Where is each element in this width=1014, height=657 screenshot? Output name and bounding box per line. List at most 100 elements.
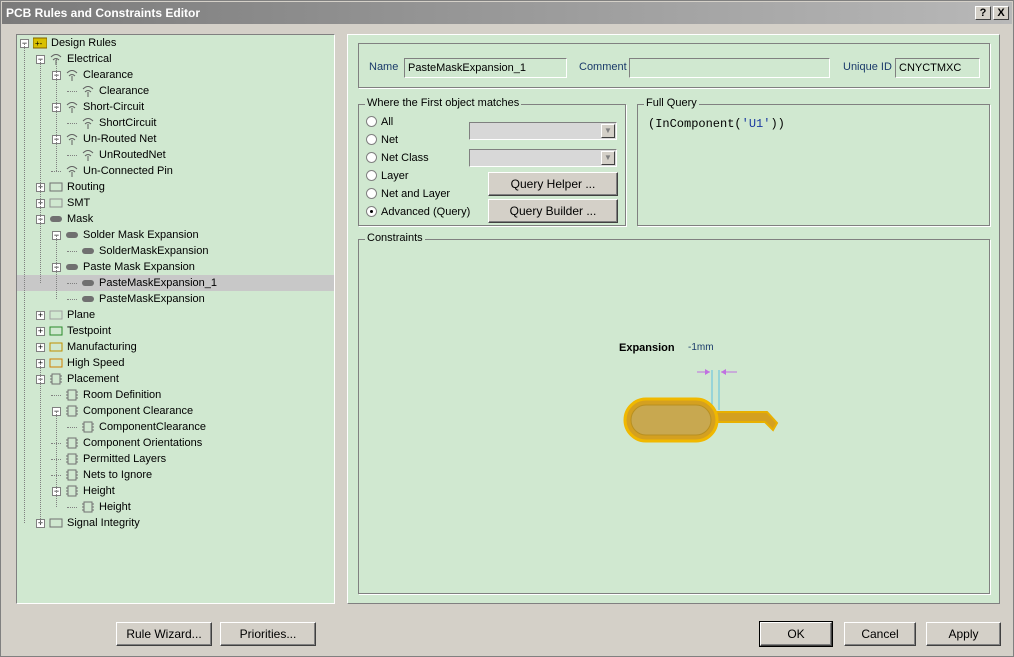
tree-guide-line: [40, 59, 41, 283]
tree-node[interactable]: PasteMaskExpansion_1: [17, 275, 334, 291]
design-rules-icon: +-: [32, 37, 48, 49]
high-speed-icon: [49, 357, 63, 369]
radio-net[interactable]: Net: [366, 133, 398, 147]
tree-node[interactable]: − Solder Mask Expansion: [17, 227, 334, 243]
help-button[interactable]: ?: [975, 6, 991, 20]
comment-field[interactable]: [629, 58, 830, 78]
tree-node[interactable]: Un-Connected Pin: [17, 163, 334, 179]
radio-all[interactable]: All: [366, 115, 393, 129]
radio-layer-dot: [366, 170, 377, 181]
tree-node[interactable]: Room Definition: [17, 387, 334, 403]
query-argument: 'U1': [741, 117, 771, 131]
radio-advanced-query-dot: [366, 206, 377, 217]
tree-node[interactable]: − Height: [17, 483, 334, 499]
tree-connector: [67, 155, 77, 156]
radio-advanced-query[interactable]: Advanced (Query): [366, 205, 470, 219]
tree-guide-line: [56, 59, 57, 171]
tree-node-label: Component Orientations: [83, 437, 203, 449]
tree-node[interactable]: + Testpoint: [17, 323, 334, 339]
name-field[interactable]: PasteMaskExpansion_1: [404, 58, 567, 78]
placement-icon: [65, 437, 79, 449]
query-function: (InComponent(: [648, 117, 742, 131]
query-helper-button[interactable]: Query Helper ...: [488, 172, 618, 196]
tree-node[interactable]: UnRoutedNet: [17, 147, 334, 163]
tree-connector: [67, 299, 77, 300]
ok-button[interactable]: OK: [759, 621, 833, 647]
tree-node[interactable]: Permitted Layers: [17, 451, 334, 467]
tree-node-label: Solder Mask Expansion: [83, 229, 199, 241]
tree-node[interactable]: Clearance: [17, 83, 334, 99]
full-query-text[interactable]: (InComponent('U1')): [648, 117, 785, 131]
tree-node[interactable]: Component Orientations: [17, 435, 334, 451]
tree-node[interactable]: SolderMaskExpansion: [17, 243, 334, 259]
radio-net-class[interactable]: Net Class: [366, 151, 429, 165]
tree-node-label: Clearance: [99, 85, 150, 97]
tree-node[interactable]: + High Speed: [17, 355, 334, 371]
tree-node[interactable]: + Signal Integrity: [17, 515, 334, 531]
tree-node[interactable]: − Short-Circuit: [17, 99, 334, 115]
mask-icon: [65, 261, 79, 273]
apply-button[interactable]: Apply: [926, 622, 1001, 646]
expand-icon[interactable]: +: [36, 311, 45, 320]
tree-node-label: Height: [99, 501, 131, 513]
tree-node[interactable]: − Electrical: [17, 51, 334, 67]
tree-connector: [67, 123, 77, 124]
tree-node[interactable]: + Plane: [17, 307, 334, 323]
tree-node-label: Paste Mask Expansion: [83, 261, 195, 273]
query-builder-button[interactable]: Query Builder ...: [488, 199, 618, 223]
tree-node-label: Height: [83, 485, 115, 497]
tree-node[interactable]: − Clearance: [17, 67, 334, 83]
radio-layer[interactable]: Layer: [366, 169, 409, 183]
electrical-icon: [65, 69, 79, 81]
tree-node-label: UnRoutedNet: [99, 149, 166, 161]
tree-node[interactable]: − +- Design Rules: [17, 35, 334, 51]
tree-node[interactable]: ComponentClearance: [17, 419, 334, 435]
tree-node[interactable]: − Mask: [17, 211, 334, 227]
expansion-value[interactable]: -1mm: [688, 342, 714, 353]
chevron-down-icon: ▼: [601, 151, 615, 165]
tree-node-label: Component Clearance: [83, 405, 194, 417]
tree-node-label: Electrical: [67, 53, 112, 65]
radio-net-label: Net: [381, 134, 399, 146]
expand-icon[interactable]: +: [36, 327, 45, 336]
tree-node[interactable]: − Component Clearance: [17, 403, 334, 419]
radio-net-and-layer-dot: [366, 188, 377, 199]
radio-net-and-layer[interactable]: Net and Layer: [366, 187, 450, 201]
arrowhead-right: [721, 369, 726, 375]
tree-node-label: Design Rules: [51, 37, 117, 49]
electrical-icon: [81, 85, 95, 97]
priorities-button[interactable]: Priorities...: [220, 622, 316, 646]
tree-node[interactable]: − Paste Mask Expansion: [17, 259, 334, 275]
tree-node[interactable]: + Manufacturing: [17, 339, 334, 355]
tree-node-label: ComponentClearance: [99, 421, 207, 433]
tree-node[interactable]: − Un-Routed Net: [17, 131, 334, 147]
tree-node-label: Room Definition: [83, 389, 162, 401]
tree-node[interactable]: ShortCircuit: [17, 115, 334, 131]
tree-guide-line: [24, 43, 25, 523]
tree-node[interactable]: Height: [17, 499, 334, 515]
tree-connector: [67, 283, 77, 284]
tree-node[interactable]: PasteMaskExpansion: [17, 291, 334, 307]
tree-connector: [67, 507, 77, 508]
electrical-icon: [65, 101, 79, 113]
chevron-down-icon: ▼: [601, 124, 615, 138]
net-select[interactable]: ▼: [469, 122, 617, 140]
testpoint-icon: [49, 325, 63, 337]
expand-icon[interactable]: +: [36, 343, 45, 352]
tree-node-label: Signal Integrity: [67, 517, 140, 529]
tree-node[interactable]: − Placement: [17, 371, 334, 387]
rule-wizard-button[interactable]: Rule Wizard...: [116, 622, 212, 646]
close-button[interactable]: X: [993, 6, 1009, 20]
rules-tree[interactable]: − +- Design Rules − Electrical − Clearance Clea…: [16, 34, 335, 604]
cancel-button[interactable]: Cancel: [844, 622, 916, 646]
tree-node[interactable]: + SMT: [17, 195, 334, 211]
placement-icon: [81, 501, 95, 513]
name-label: Name: [369, 61, 399, 73]
tree-node[interactable]: + Routing: [17, 179, 334, 195]
unique-id-field[interactable]: CNYCTMXC: [895, 58, 980, 78]
tree-guide-line: [56, 235, 57, 299]
placement-icon: [81, 421, 95, 433]
net-class-select[interactable]: ▼: [469, 149, 617, 167]
tree-node[interactable]: Nets to Ignore: [17, 467, 334, 483]
rule-header-group: Name PasteMaskExpansion_1 Comment Unique…: [358, 43, 990, 88]
